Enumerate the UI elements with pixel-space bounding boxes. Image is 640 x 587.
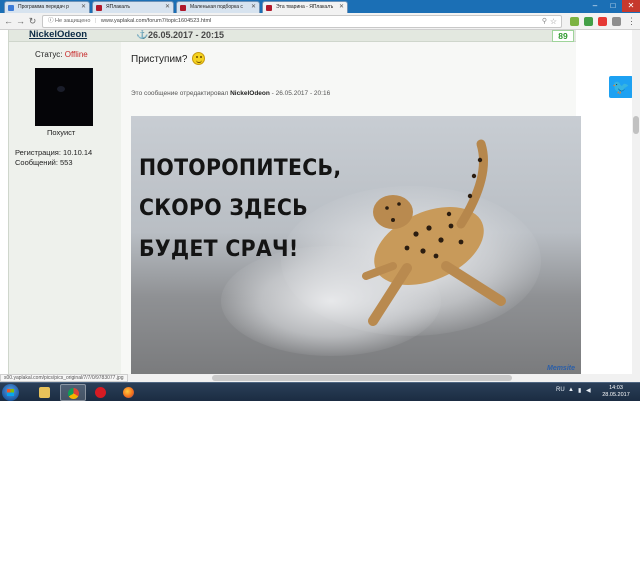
tab-label: ЯПлакалъ xyxy=(106,4,131,10)
forum-post: NickelOdeon ⚓ 26.05.2017 - 20:15 89 Стат… xyxy=(8,30,581,374)
user-info-column: Статус: Offline Похуист Регистрация: 10.… xyxy=(9,42,117,374)
menu-icon[interactable]: ⋮ xyxy=(626,16,637,27)
tab-close-icon[interactable]: ✕ xyxy=(165,2,170,13)
browser-tab-strip: Программа передач р ✕ ЯПлакалъ ✕ Маленьк… xyxy=(0,0,640,13)
status-value: Offline xyxy=(64,50,88,59)
post-author-link[interactable]: NickelOdeon xyxy=(29,30,87,40)
twitter-share-button[interactable]: 🐦 xyxy=(609,76,633,98)
extension-shield-icon[interactable] xyxy=(570,17,579,26)
network-icon[interactable]: ▮ xyxy=(578,387,581,394)
post-text: Приступим? xyxy=(131,52,206,65)
user-meta: Регистрация: 10.10.14 Сообщений: 553 xyxy=(15,148,92,168)
taskbar-chrome[interactable] xyxy=(60,384,86,401)
language-indicator[interactable]: RU xyxy=(556,387,565,393)
user-status: Статус: Offline xyxy=(35,50,88,59)
tray-arrow-icon[interactable]: ▲ xyxy=(568,387,574,393)
address-bar[interactable]: ⓘ Не защищено | www.yaplakal.com/forum7/… xyxy=(42,15,562,28)
post-image[interactable]: ПОТОРОПИТЕСЬ, СКОРО ЗДЕСЬ БУДЕТ СРАЧ! Me… xyxy=(131,116,581,374)
clock-date: 28.05.2017 xyxy=(602,392,630,398)
post-header: NickelOdeon ⚓ 26.05.2017 - 20:15 89 xyxy=(9,30,576,42)
msgs-count: 553 xyxy=(60,158,73,167)
tab-label: Эта тварина - ЯПлакалъ xyxy=(276,4,334,10)
post-text-body: Приступим? xyxy=(131,54,188,65)
image-caption-line: ПОТОРОПИТЕСЬ, xyxy=(139,156,342,181)
edit-user-link[interactable]: NickelOdeon xyxy=(230,90,270,97)
tab-yaplakal[interactable]: ЯПлакалъ ✕ xyxy=(92,1,174,13)
taskbar-firefox[interactable] xyxy=(116,384,142,401)
browser-status-bar: s00.yaplakal.com/pics/pics_original/7/7/… xyxy=(0,374,640,382)
smiley-icon xyxy=(192,52,206,65)
taskbar: RU ▲ ▮ ◀ 14:03 28.05.2017 xyxy=(0,382,640,401)
close-button[interactable]: ✕ xyxy=(622,0,640,12)
forward-icon[interactable]: → xyxy=(15,16,26,27)
screen: Программа передач р ✕ ЯПлакалъ ✕ Маленьк… xyxy=(0,0,640,401)
tab-close-icon[interactable]: ✕ xyxy=(81,2,86,13)
browser-toolbar: ← → ↻ ⓘ Не защищено | www.yaplakal.com/f… xyxy=(0,13,640,30)
tab-close-icon[interactable]: ✕ xyxy=(339,2,344,13)
web-page: NickelOdeon ⚓ 26.05.2017 - 20:15 89 Стат… xyxy=(0,30,640,374)
scrollbar-thumb[interactable] xyxy=(633,116,639,134)
extension-gray-icon[interactable] xyxy=(612,17,621,26)
post-date: 26.05.2017 - 20:15 xyxy=(148,30,225,40)
edit-note: Это сообщение отредактировал NickelOdeon… xyxy=(131,90,330,97)
edit-suffix: - 26.05.2017 - 20:16 xyxy=(271,90,331,97)
tab-favicon-icon xyxy=(96,5,102,11)
volume-icon[interactable]: ◀ xyxy=(586,387,591,394)
extension-green-icon[interactable] xyxy=(584,17,593,26)
start-button-icon[interactable] xyxy=(2,384,19,401)
image-caption-line: БУДЕТ СРАЧ! xyxy=(139,237,299,262)
horizontal-scrollbar[interactable] xyxy=(212,375,512,381)
tab-favicon-icon xyxy=(8,5,14,11)
folder-icon xyxy=(39,387,50,398)
tab-active-thread[interactable]: Эта тварина - ЯПлакалъ ✕ xyxy=(262,1,348,13)
post-content: Приступим? Это сообщение отредактировал … xyxy=(121,42,581,374)
opera-icon xyxy=(95,387,106,398)
back-icon[interactable]: ← xyxy=(3,16,14,27)
bookmark-star-icon[interactable]: ☆ xyxy=(550,16,557,27)
tab-tv-program[interactable]: Программа передач р ✕ xyxy=(4,1,90,13)
tab-label: Программа передач р xyxy=(18,4,69,10)
edit-prefix: Это сообщение отредактировал xyxy=(131,90,229,97)
taskbar-explorer[interactable] xyxy=(32,384,58,401)
msgs-label: Сообщений: xyxy=(15,158,58,167)
user-title: Похуист xyxy=(47,128,76,137)
reload-icon[interactable]: ↻ xyxy=(27,16,38,27)
image-watermark: Memsite xyxy=(546,365,575,372)
image-caption-line: СКОРО ЗДЕСЬ xyxy=(139,196,309,221)
address-separator: | xyxy=(94,18,97,24)
blank-area xyxy=(0,401,640,587)
minimize-button[interactable]: – xyxy=(586,0,604,12)
tab-label: Маленькая подборка с xyxy=(190,4,243,10)
anchor-icon[interactable]: ⚓ xyxy=(136,30,148,40)
reg-label: Регистрация: xyxy=(15,148,61,157)
tab-close-icon[interactable]: ✕ xyxy=(251,2,256,13)
tab-favicon-icon xyxy=(266,5,272,11)
clock[interactable]: 14:03 28.05.2017 xyxy=(596,385,636,399)
url-text: www.yaplakal.com/forum7/topic1604523.htm… xyxy=(100,18,212,24)
avatar[interactable] xyxy=(35,68,93,126)
status-url: s00.yaplakal.com/pics/pics_original/7/7/… xyxy=(0,374,128,382)
security-label: Не защищено xyxy=(55,18,91,24)
tab-small-selection[interactable]: Маленькая подборка с ✕ xyxy=(176,1,260,13)
post-number-badge[interactable]: 89 xyxy=(552,30,574,42)
chrome-icon xyxy=(68,388,79,399)
extension-adblock-icon[interactable] xyxy=(598,17,607,26)
reg-date: 10.10.14 xyxy=(63,148,93,157)
clock-time: 14:03 xyxy=(609,385,623,391)
firefox-icon xyxy=(123,387,134,398)
status-label: Статус: xyxy=(35,50,63,59)
maximize-button[interactable]: □ xyxy=(604,0,622,12)
tab-favicon-icon xyxy=(180,5,186,11)
taskbar-opera[interactable] xyxy=(88,384,114,401)
twitter-icon: 🐦 xyxy=(612,79,630,95)
info-icon[interactable]: ⓘ xyxy=(48,18,54,24)
vertical-scrollbar[interactable] xyxy=(632,30,640,374)
search-icon[interactable]: ⚲ xyxy=(542,16,547,27)
